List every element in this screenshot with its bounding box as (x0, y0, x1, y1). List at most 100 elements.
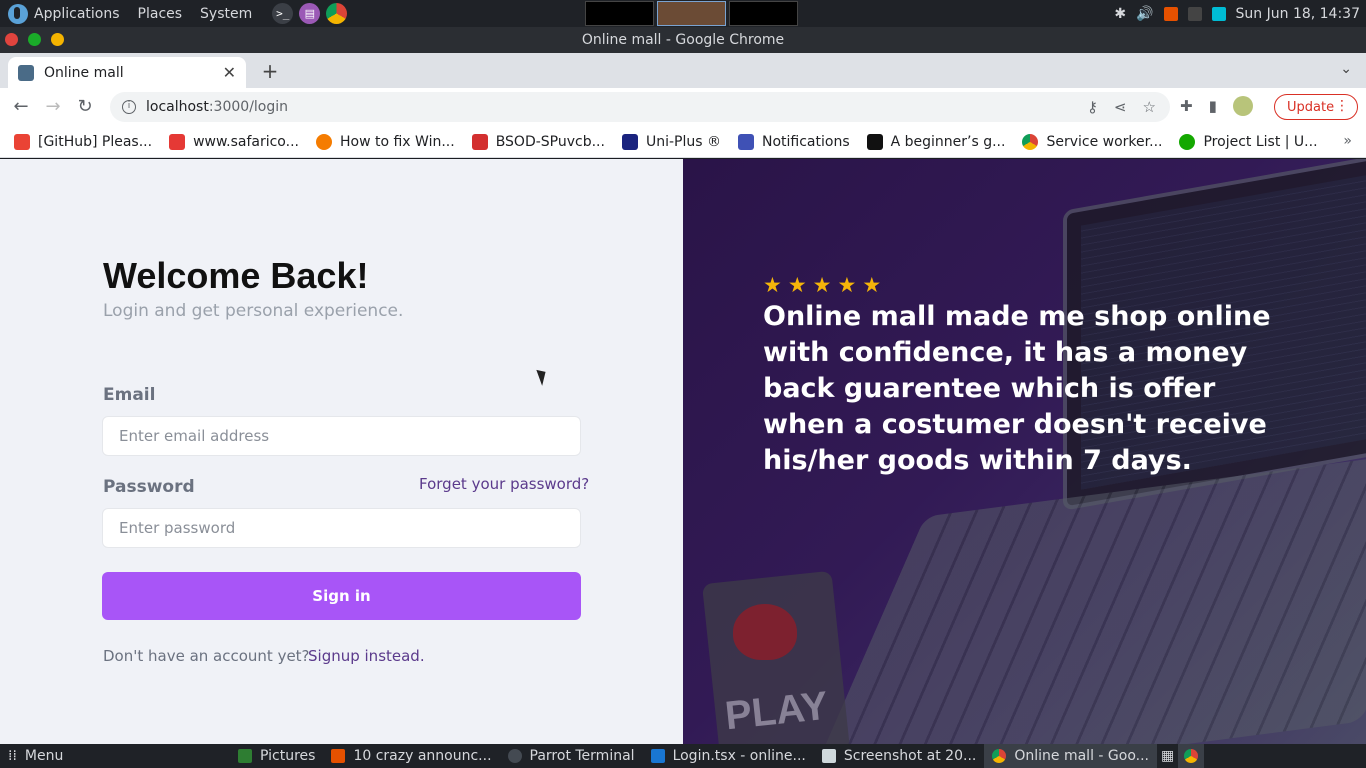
places-menu[interactable]: Places (138, 6, 183, 22)
react-favicon-icon (18, 64, 34, 81)
bookmark-label: Uni-Plus ® (645, 133, 721, 150)
bookmark-item[interactable]: Notifications (737, 133, 850, 150)
vlc-icon (331, 749, 346, 763)
chrome-launcher-icon[interactable] (326, 3, 348, 24)
window-title: Online mall - Google Chrome (581, 32, 785, 48)
workspace-3[interactable] (729, 1, 798, 26)
kebab-menu-icon[interactable]: ⋮ (1335, 98, 1349, 114)
vlc-tray-icon[interactable] (1163, 6, 1178, 21)
star-icon: ★ (862, 273, 882, 297)
system-menu[interactable]: System (200, 6, 252, 22)
bookmark-label: Service worker... (1046, 133, 1163, 150)
workspace-1[interactable] (585, 1, 654, 26)
network-icon[interactable] (1187, 6, 1202, 21)
taskbar-item-label: Pictures (260, 748, 316, 764)
tab-title: Online mall (44, 64, 124, 81)
bookmark-item[interactable]: BSOD-SPuvcb... (471, 133, 605, 150)
login-panel: Welcome Back! Login and get personal exp… (0, 159, 683, 744)
taskbar-item-active[interactable]: Online mall - Goo... (984, 744, 1157, 768)
side-panel-icon[interactable]: ▮ (1209, 97, 1217, 115)
share-icon[interactable]: ⋖ (1114, 98, 1127, 116)
medium-icon (866, 133, 883, 150)
password-field[interactable] (102, 508, 581, 548)
profile-avatar[interactable] (1232, 96, 1253, 116)
forgot-password-link[interactable]: Forget your password? (419, 475, 589, 493)
no-account-text: Don't have an account yet? (103, 647, 310, 665)
window-titlebar[interactable]: Online mall - Google Chrome (0, 27, 1366, 53)
taskbar-item-label: Login.tsx - online... (672, 748, 806, 764)
tab-online-mall[interactable]: Online mall ✕ (8, 57, 246, 88)
keyboard-layout-icon[interactable]: ▦ (1157, 744, 1178, 768)
taskbar-item[interactable]: Pictures (230, 744, 323, 768)
parrot-logo-icon[interactable] (8, 3, 28, 24)
bookmark-item[interactable]: How to fix Win... (315, 133, 455, 150)
back-icon[interactable]: ← (10, 96, 32, 118)
bookmark-label: A beginner’s g... (890, 133, 1006, 150)
safaricom-icon (169, 133, 186, 150)
minimize-window-icon[interactable] (51, 33, 64, 46)
launcher-group: >_ ▤ (272, 3, 348, 24)
reload-icon[interactable]: ↻ (74, 96, 96, 118)
heart-logo-image (733, 604, 797, 660)
update-button[interactable]: Update ⋮ (1274, 94, 1358, 120)
site-info-icon[interactable]: i (122, 100, 136, 114)
star-icon: ★ (763, 273, 782, 297)
key-icon[interactable]: ⚷ (1087, 98, 1098, 116)
maximize-window-icon[interactable] (28, 33, 41, 46)
bookmarks-overflow-icon[interactable]: » (1343, 133, 1352, 149)
page-title: Welcome Back! (103, 255, 369, 296)
star-icon: ★ (837, 273, 857, 297)
bluetooth-icon[interactable]: ✱ (1114, 6, 1126, 22)
testimonial-quote: Online mall made me shop online with con… (763, 301, 1271, 476)
text-editor-launcher-icon[interactable]: ▤ (299, 3, 321, 24)
bookmark-item[interactable]: Project List | U... (1179, 133, 1318, 150)
bookmark-label: Notifications (761, 133, 850, 150)
url-path: :3000/login (208, 99, 289, 115)
applications-menu[interactable]: Applications (34, 6, 120, 22)
star-icon: ★ (812, 273, 832, 297)
signup-link[interactable]: Signup instead. (308, 647, 425, 665)
clock[interactable]: Sun Jun 18, 14:37 (1236, 6, 1360, 22)
taskbar-menu[interactable]: ⁞⁞ Menu (0, 748, 230, 764)
bookmark-item[interactable]: Uni-Plus ® (621, 133, 721, 150)
close-tab-icon[interactable]: ✕ (223, 63, 236, 82)
chrome-taskbar-icon[interactable] (1178, 744, 1205, 768)
page-content: Welcome Back! Login and get personal exp… (0, 159, 1366, 744)
bookmark-label: BSOD-SPuvcb... (495, 133, 605, 150)
extensions-puzzle-icon[interactable]: ✚ (1180, 97, 1193, 115)
howto-icon (315, 133, 332, 150)
new-tab-icon[interactable]: + (260, 59, 280, 83)
taskbar-item[interactable]: 10 crazy announc... (323, 744, 499, 768)
volume-icon[interactable]: 🔊 (1136, 6, 1153, 22)
tab-strip: Online mall ✕ + ⌄ (0, 53, 1366, 88)
tab-search-chevron-icon[interactable]: ⌄ (1340, 61, 1352, 77)
chrome-icon (1184, 749, 1199, 763)
update-label: Update (1287, 99, 1335, 115)
browser-toolbar: ← → ↻ i localhost:3000/login ⚷ ⋖ ☆ ✚ ▮ U… (0, 88, 1366, 126)
forward-icon[interactable]: → (42, 96, 64, 118)
gmail-icon (14, 133, 30, 150)
rating-stars: ★ ★ ★ ★ ★ (763, 273, 881, 297)
address-bar[interactable]: i localhost:3000/login ⚷ ⋖ ☆ (110, 92, 1170, 122)
menu-label: Menu (24, 748, 64, 764)
bookmark-item[interactable]: Service worker... (1022, 133, 1163, 150)
bookmark-label: www.safarico... (193, 133, 299, 150)
bookmark-item[interactable]: www.safarico... (169, 133, 299, 150)
bookmark-star-icon[interactable]: ☆ (1143, 98, 1156, 116)
desktop-taskbar: ⁞⁞ Menu Pictures 10 crazy announc... Par… (0, 744, 1366, 768)
system-tray: ✱ 🔊 Sun Jun 18, 14:37 (1114, 0, 1360, 27)
email-label: Email (103, 385, 156, 405)
terminal-icon (507, 749, 522, 763)
terminal-launcher-icon[interactable]: >_ (272, 3, 294, 24)
close-window-icon[interactable] (5, 33, 18, 46)
workspace-2[interactable] (657, 1, 726, 26)
bookmark-label: Project List | U... (1203, 133, 1318, 150)
bookmark-item[interactable]: [GitHub] Pleas... (14, 133, 152, 150)
taskbar-item[interactable]: Login.tsx - online... (643, 744, 814, 768)
taskbar-item[interactable]: Screenshot at 20... (814, 744, 985, 768)
email-field[interactable] (102, 416, 581, 456)
taskbar-item[interactable]: Parrot Terminal (500, 744, 643, 768)
sign-in-button[interactable]: Sign in (102, 572, 581, 620)
battery-icon[interactable] (1211, 6, 1226, 21)
bookmark-item[interactable]: A beginner’s g... (866, 133, 1006, 150)
